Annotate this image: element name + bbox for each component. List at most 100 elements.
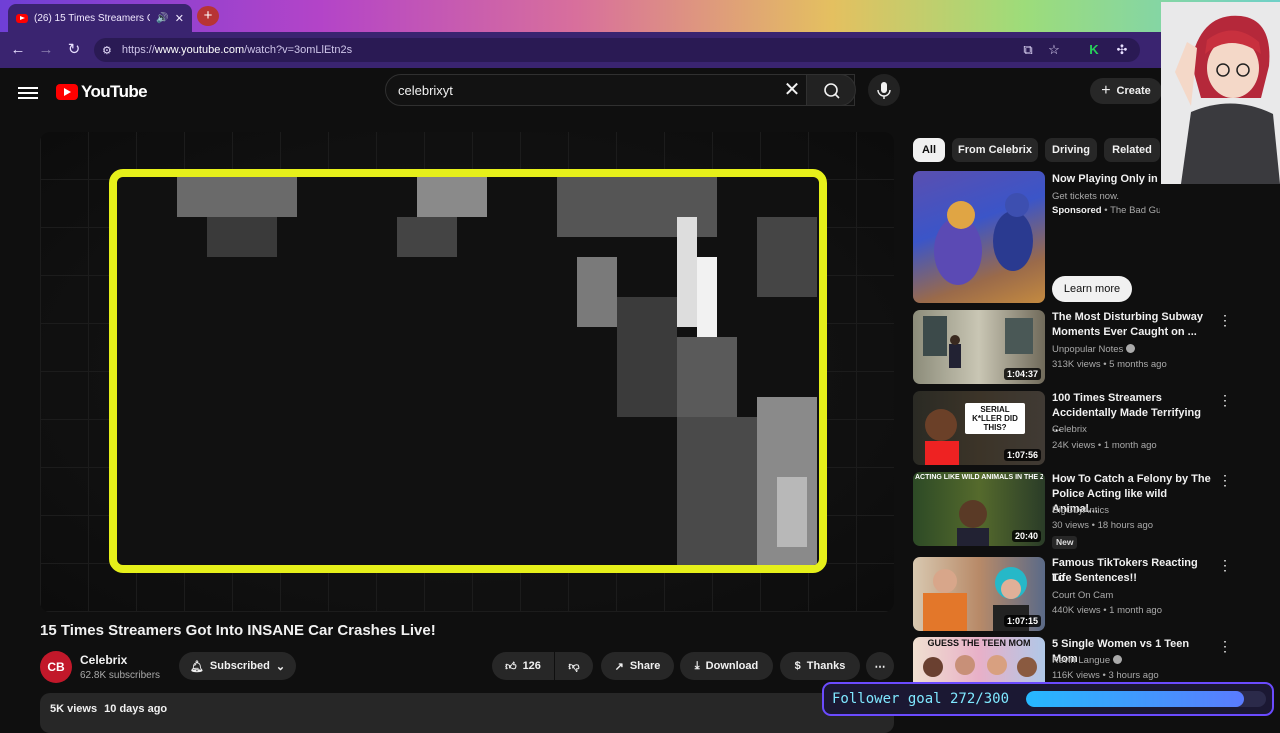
thumbnail-caption: ACTING LIKE WILD ANIMALS IN THE ZOO — [915, 474, 1043, 481]
video-frame — [109, 169, 827, 573]
video-stats: 30 views • 18 hours ago — [1052, 520, 1154, 531]
download-icon: ⤓ — [694, 659, 700, 672]
video-channel[interactable]: BigGuyAntics — [1052, 503, 1109, 519]
youtube-logo[interactable]: YouTube — [56, 82, 148, 102]
new-tab-button[interactable]: + — [197, 6, 219, 26]
video-thumbnail[interactable]: ACTING LIKE WILD ANIMALS IN THE ZOO 20:4… — [913, 472, 1045, 546]
site-info-icon[interactable]: ⚙ — [102, 44, 112, 57]
extension-k-icon[interactable]: K — [1084, 40, 1104, 60]
chip-from-celebrix[interactable]: From Celebrix — [952, 138, 1038, 162]
channel-name[interactable]: Celebrix — [80, 653, 127, 667]
follower-goal-widget: Follower goal 272/300 — [822, 682, 1274, 716]
video-channel-row: Unpopular Notes — [1052, 342, 1136, 358]
video-thumbnail[interactable]: 1:07:15 — [913, 557, 1045, 631]
video-channel[interactable]: Kevin Langue — [1052, 655, 1110, 666]
share-button[interactable]: ↗ Share — [601, 652, 674, 680]
ad-thumbnail[interactable] — [913, 171, 1045, 303]
dislike-button[interactable]: 👎︎ — [555, 652, 593, 680]
back-icon[interactable]: ← — [4, 36, 32, 64]
search-icon — [824, 83, 840, 99]
more-vertical-icon[interactable]: ⋮ — [1218, 557, 1232, 573]
like-button[interactable]: 👍︎ 126 — [492, 652, 554, 680]
video-title-line-1[interactable]: 100 Times Streamers — [1052, 391, 1212, 406]
subscriber-count: 62.8K subscribers — [80, 670, 161, 681]
clear-search-icon[interactable]: ✕ — [780, 78, 804, 102]
thumbnail-caption: GUESS THE TEEN MOM — [927, 638, 1031, 648]
download-label: Download — [705, 660, 759, 672]
video-thumbnail[interactable]: SERIAL K*LLER DID THIS? 1:07:56 — [913, 391, 1045, 465]
more-vertical-icon[interactable]: ⋮ — [1218, 472, 1232, 488]
thumbnail-caption: SERIAL K*LLER DID THIS? — [965, 403, 1025, 434]
subscribed-label: Subscribed — [209, 660, 270, 672]
advertiser-name: The Bad Guys — [1110, 205, 1160, 216]
youtube-logo-text: YouTube — [81, 82, 148, 101]
tab-close-icon[interactable]: ✕ — [175, 12, 184, 25]
ad-title[interactable]: Now Playing Only in Th — [1052, 172, 1160, 187]
video-title-line-1[interactable]: The Most Disturbing Subway — [1052, 310, 1212, 325]
description-box[interactable]: 5K views 10 days ago — [40, 693, 894, 733]
follower-progress-fill — [1026, 691, 1244, 707]
more-horizontal-icon: ⋯ — [874, 660, 886, 673]
browser-tab[interactable]: (26) 15 Times Streamers Go 🔊 ✕ — [8, 4, 192, 32]
video-channel[interactable]: Court On Cam — [1052, 588, 1113, 604]
create-button[interactable]: + Create — [1090, 78, 1162, 104]
share-icon: ↗ — [614, 660, 624, 673]
video-title-line-2[interactable]: Moments Ever Caught on ... — [1052, 325, 1212, 340]
upload-age: 10 days ago — [104, 703, 168, 715]
bookmark-star-icon[interactable]: ☆ — [1044, 40, 1064, 60]
video-player[interactable] — [40, 132, 894, 612]
video-stats: 440K views • 1 month ago — [1052, 605, 1163, 616]
install-app-icon[interactable]: ⧉ — [1018, 40, 1038, 60]
thanks-button[interactable]: $ Thanks — [780, 652, 860, 680]
hamburger-menu-icon[interactable] — [18, 84, 38, 104]
chip-driving[interactable]: Driving — [1045, 138, 1097, 162]
youtube-play-icon — [56, 84, 78, 100]
url-prefix: https:// — [121, 44, 155, 56]
video-title: 15 Times Streamers Got Into INSANE Car C… — [40, 622, 436, 639]
more-actions-button[interactable]: ⋯ — [866, 652, 894, 680]
voice-search-button[interactable] — [868, 74, 900, 106]
more-vertical-icon[interactable]: ⋮ — [1218, 392, 1232, 408]
verified-icon — [1126, 344, 1136, 353]
forward-icon[interactable]: → — [32, 36, 60, 64]
streamer-avatar-overlay — [1161, 2, 1280, 184]
extensions-puzzle-icon[interactable]: ✣ — [1112, 40, 1132, 60]
ad-sponsor-line: Sponsored • The Bad Guys — [1052, 203, 1160, 219]
chip-all[interactable]: All — [913, 138, 945, 162]
plus-icon: + — [1101, 82, 1111, 99]
more-vertical-icon[interactable]: ⋮ — [1218, 638, 1232, 654]
learn-more-button[interactable]: Learn more — [1052, 276, 1132, 302]
video-channel[interactable]: Celebrix — [1052, 422, 1087, 438]
channel-avatar[interactable]: CB — [40, 651, 72, 683]
chevron-down-icon: ⌄ — [275, 660, 286, 673]
youtube-favicon-icon — [16, 13, 28, 23]
download-button[interactable]: ⤓ Download — [680, 652, 773, 680]
new-badge: New — [1052, 536, 1078, 549]
create-label: Create — [1116, 85, 1151, 97]
ad-artwork — [934, 193, 1033, 285]
youtube-header: YouTube celebrixyt ✕ + Create — [0, 68, 1280, 124]
video-title-line-2[interactable]: Life Sentences!! — [1052, 571, 1212, 586]
sponsored-label: Sponsored — [1052, 205, 1102, 216]
verified-icon — [1113, 655, 1123, 664]
bell-icon: 🔔︎ — [189, 660, 204, 673]
video-stats: 313K views • 5 months ago — [1052, 359, 1167, 370]
url-host: www.youtube.com — [154, 44, 245, 56]
subscribed-button[interactable]: 🔔︎ Subscribed ⌄ — [179, 652, 296, 680]
view-count: 5K views — [50, 703, 98, 715]
thumbs-down-icon: 👎︎ — [568, 660, 580, 673]
anime-avatar-art — [1175, 15, 1280, 184]
microphone-icon — [877, 82, 891, 99]
chip-related[interactable]: Related — [1104, 138, 1160, 162]
video-thumbnail[interactable]: 1:04:37 — [913, 310, 1045, 384]
search-button[interactable] — [806, 74, 856, 106]
video-channel[interactable]: Unpopular Notes — [1052, 344, 1123, 355]
like-count: 126 — [522, 660, 541, 672]
follower-goal-label: Follower goal 272/300 — [832, 691, 1010, 707]
video-title-line-1[interactable]: How To Catch a Felony by The — [1052, 472, 1212, 487]
reload-icon[interactable]: ↻ — [60, 36, 88, 64]
more-vertical-icon[interactable]: ⋮ — [1218, 312, 1232, 328]
address-bar[interactable]: ⚙ https://www.youtube.com/watch?v=3omLlE… — [94, 38, 1140, 62]
audio-playing-icon[interactable]: 🔊 — [156, 13, 168, 24]
video-duration: 1:07:56 — [1003, 449, 1041, 461]
